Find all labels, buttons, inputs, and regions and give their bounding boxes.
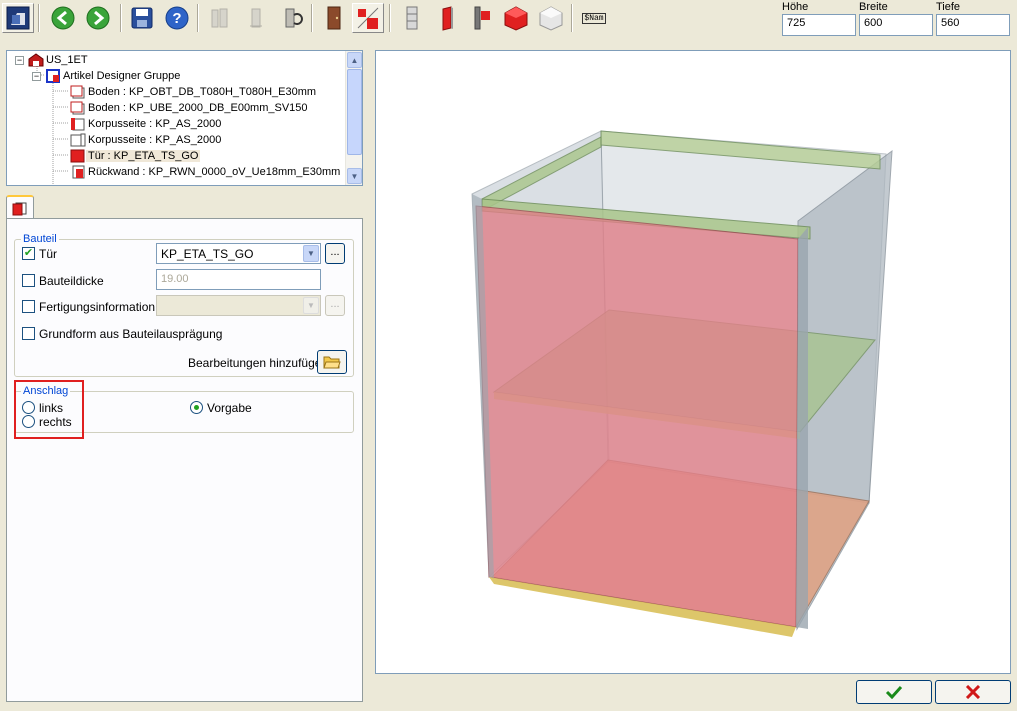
close-icon xyxy=(965,685,981,699)
width-input[interactable]: 600 xyxy=(859,14,933,36)
group-title: Bauteil xyxy=(21,233,59,245)
height-input[interactable]: 725 xyxy=(782,14,856,36)
tree-item-label: Boden : KP_OBT_DB_T080H_T080H_E30mm xyxy=(88,86,317,98)
base-shape-label: Grundform aus Bauteilausprägung xyxy=(39,327,223,341)
tree-item-label: Tür : KP_ETA_TS_GO xyxy=(86,150,201,162)
panel-hinge-icon[interactable] xyxy=(466,3,498,33)
tool-3-icon[interactable] xyxy=(276,3,308,33)
svg-text:?: ? xyxy=(172,10,181,27)
tree-item-bottom-2[interactable]: Boden : KP_UBE_2000_DB_E00mm_SV150 xyxy=(70,100,310,116)
tree-item-label: Korpusseite : KP_AS_2000 xyxy=(88,118,222,130)
door-checkbox[interactable]: ✔ xyxy=(22,247,35,260)
thickness-label: Bauteildicke xyxy=(39,274,104,288)
door-part-icon xyxy=(70,149,85,163)
tool-disabled-2-icon xyxy=(240,3,272,33)
forward-icon[interactable] xyxy=(82,3,114,33)
tree-item-back[interactable]: Rückwand : KP_RWN_0000_oV_Ue18mm_E30mm xyxy=(70,164,342,180)
scroll-down-icon[interactable]: ▼ xyxy=(347,168,362,184)
hinge-default-label: Vorgabe xyxy=(207,401,252,415)
component-tree[interactable]: − US_1ET − Artikel Designer Gruppe Boden… xyxy=(6,50,363,186)
cabinet-3d-model xyxy=(471,130,893,637)
toolbar: ? $Nam Höhe 725 Breite 600 Tiefe 560 xyxy=(0,0,1017,40)
name-icon[interactable]: $Nam xyxy=(577,3,611,33)
tree-item-label: Boden : KP_UBE_2000_DB_E00mm_SV150 xyxy=(88,102,308,114)
door-tool-icon[interactable] xyxy=(318,3,350,33)
depth-label: Tiefe xyxy=(936,1,961,13)
door-piece-tool-icon[interactable] xyxy=(352,3,384,33)
part-outline-icon xyxy=(70,85,85,99)
height-label: Höhe xyxy=(782,1,809,13)
thickness-field[interactable]: 19.00 xyxy=(156,269,321,290)
right-front-edge xyxy=(796,227,808,629)
help-icon[interactable]: ? xyxy=(161,3,193,33)
3d-viewport[interactable] xyxy=(375,50,1011,674)
name-button-label: $Nam xyxy=(582,12,606,24)
component-group: Bauteil ✔ Tür KP_ETA_TS_GO ▼ ... Bauteil… xyxy=(14,233,354,377)
shelf-stack-icon[interactable] xyxy=(396,3,428,33)
tree-item-door[interactable]: Tür : KP_ETA_TS_GO xyxy=(70,148,201,164)
cancel-button[interactable] xyxy=(935,680,1011,704)
tree-item-group[interactable]: − Artikel Designer Gruppe xyxy=(32,68,182,84)
door-label: Tür xyxy=(39,247,57,261)
width-label: Breite xyxy=(859,1,888,13)
property-tabs xyxy=(6,193,363,219)
door-browse-button[interactable]: ... xyxy=(325,243,345,264)
group-icon xyxy=(46,69,60,83)
tree-item-label: Artikel Designer Gruppe xyxy=(63,70,181,82)
back-icon[interactable] xyxy=(47,3,79,33)
side-panel-icon[interactable] xyxy=(431,3,463,33)
hinge-default-radio[interactable] xyxy=(190,401,203,414)
part-outline-icon xyxy=(70,101,85,115)
collapse-icon[interactable]: − xyxy=(15,55,24,65)
ok-button[interactable] xyxy=(856,680,932,704)
tab-door-properties[interactable] xyxy=(6,195,34,219)
back-part-icon xyxy=(72,165,85,179)
hinge-highlight-box xyxy=(14,380,84,439)
tree-scrollbar[interactable]: ▲ ▼ xyxy=(345,51,362,185)
checkmark-icon xyxy=(885,685,903,699)
tree-item-root[interactable]: − US_1ET xyxy=(15,52,90,68)
save-icon[interactable] xyxy=(126,3,158,33)
door-part-icon xyxy=(12,202,27,215)
tool-disabled-1-icon xyxy=(204,3,236,33)
tree-item-side-1[interactable]: Korpusseite : KP_AS_2000 xyxy=(70,116,223,132)
door-select[interactable]: KP_ETA_TS_GO ▼ xyxy=(156,243,321,264)
add-processing-label: Bearbeitungen hinzufügen xyxy=(188,356,329,370)
tree-item-label: Korpusseite : KP_AS_2000 xyxy=(88,134,222,146)
depth-input[interactable]: 560 xyxy=(936,14,1010,36)
fabrication-browse-button: ... xyxy=(325,295,345,316)
side-part-icon xyxy=(70,133,86,147)
scroll-thumb[interactable] xyxy=(347,69,362,155)
tree-item-label: Rückwand : KP_RWN_0000_oV_Ue18mm_E30mm xyxy=(88,166,341,178)
tree-item-label: US_1ET xyxy=(46,54,88,66)
tree-item-bottom-1[interactable]: Boden : KP_OBT_DB_T080H_T080H_E30mm xyxy=(70,84,318,100)
properties-panel: Bauteil ✔ Tür KP_ETA_TS_GO ▼ ... Bauteil… xyxy=(6,218,363,702)
door-panel xyxy=(475,205,799,628)
chevron-down-icon[interactable]: ▼ xyxy=(303,245,319,262)
fabrication-label: Fertigungsinformation xyxy=(39,300,156,314)
door-select-value: KP_ETA_TS_GO xyxy=(161,247,254,261)
base-shape-checkbox[interactable] xyxy=(22,327,35,340)
cube-red-icon[interactable] xyxy=(500,3,532,33)
cube-white-icon[interactable] xyxy=(535,3,567,33)
chevron-down-icon: ▼ xyxy=(303,297,319,314)
folder-open-icon xyxy=(323,356,341,369)
add-processing-button[interactable] xyxy=(317,350,347,374)
thickness-checkbox[interactable] xyxy=(22,274,35,287)
tree-item-side-2[interactable]: Korpusseite : KP_AS_2000 xyxy=(70,132,223,148)
fabrication-checkbox[interactable] xyxy=(22,300,35,313)
scroll-up-icon[interactable]: ▲ xyxy=(347,52,362,68)
app-icon[interactable] xyxy=(2,3,34,33)
cabinet-icon xyxy=(28,53,44,67)
side-part-icon xyxy=(71,118,85,131)
fabrication-select: ▼ xyxy=(156,295,321,316)
collapse-icon[interactable]: − xyxy=(32,71,41,81)
